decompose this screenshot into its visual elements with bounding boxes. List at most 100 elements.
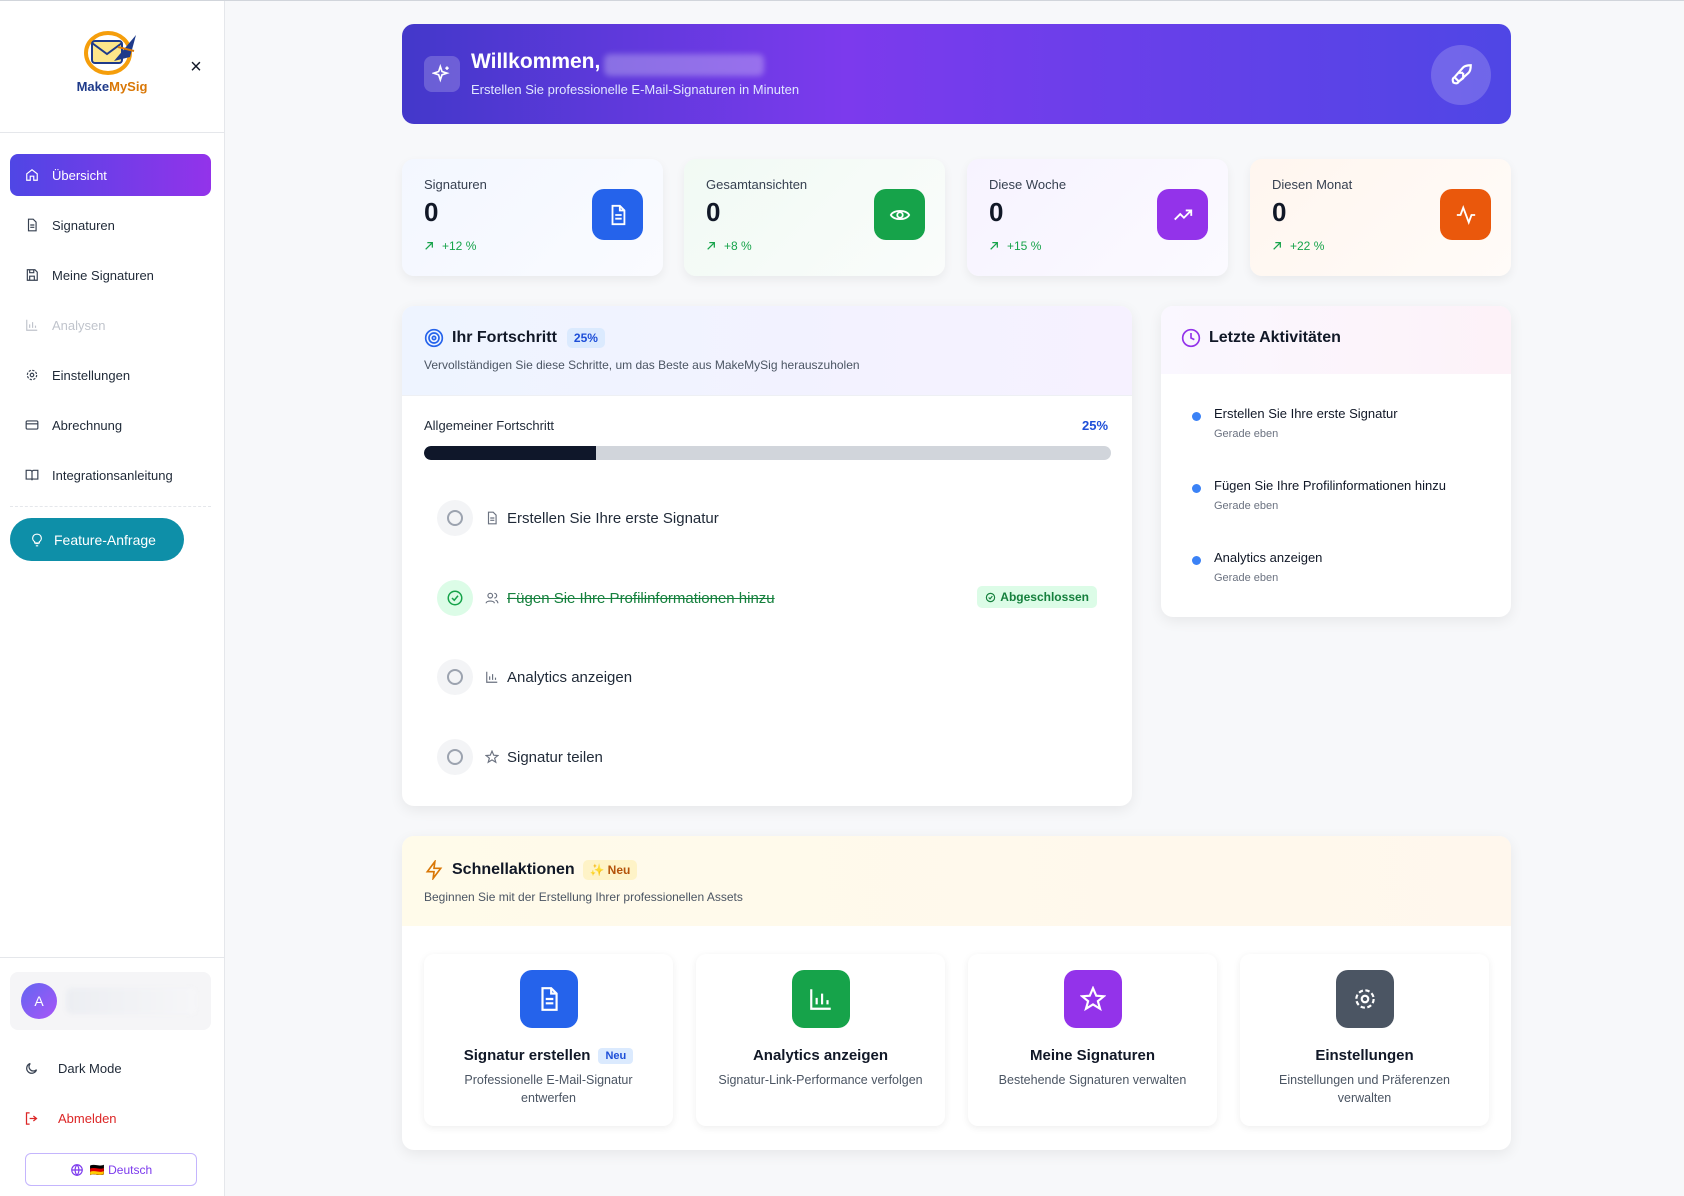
language-selector[interactable]: 🇩🇪 Deutsch — [25, 1153, 197, 1186]
quick-actions-panel: Schnellaktionen ✨ Neu Beginnen Sie mit de… — [402, 836, 1511, 1150]
home-icon — [24, 167, 40, 183]
step-status-circle[interactable] — [437, 500, 473, 536]
document-icon — [520, 970, 578, 1028]
activity-title-text: Erstellen Sie Ihre erste Signatur — [1214, 406, 1398, 421]
progress-title: Ihr Fortschritt 25% — [424, 328, 605, 348]
welcome-subtitle: Erstellen Sie professionelle E-Mail-Sign… — [471, 82, 800, 97]
sidebar-item-integrationsanleitung[interactable]: Integrationsanleitung — [10, 454, 211, 496]
activity-time: Gerade eben — [1214, 428, 1279, 440]
file-icon — [485, 511, 499, 525]
book-icon — [24, 467, 40, 483]
step-signatur-teilen[interactable]: Signatur teilen — [437, 737, 1097, 777]
sidebar-nav: Übersicht Signaturen Meine Signaturen An… — [10, 154, 211, 504]
stat-value: 0 — [424, 197, 439, 227]
quick-action-title: Einstellungen — [1315, 1047, 1414, 1064]
arrow-up-right-icon — [1272, 241, 1282, 251]
quick-actions-subtitle: Beginnen Sie mit der Erstellung Ihrer pr… — [424, 890, 743, 904]
stat-card-diesen-monat: Diesen Monat 0 +22 % — [1250, 159, 1511, 276]
sidebar: MakeMySig × Übersicht Signaturen Meine S… — [0, 1, 225, 1196]
completed-badge: Abgeschlossen — [977, 586, 1097, 608]
moon-icon — [24, 1061, 40, 1076]
step-analytics[interactable]: Analytics anzeigen — [437, 657, 1097, 697]
stat-label: Signaturen — [424, 177, 487, 192]
lightning-icon — [424, 860, 444, 880]
target-icon — [424, 328, 444, 348]
new-badge: Neu — [598, 1047, 634, 1064]
feature-request-label: Feature-Anfrage — [54, 531, 156, 548]
progress-header: Ihr Fortschritt 25% Vervollständigen Sie… — [402, 306, 1132, 396]
activity-icon — [1440, 189, 1491, 240]
logo-area: MakeMySig × — [0, 1, 224, 133]
progress-panel: Ihr Fortschritt 25% Vervollständigen Sie… — [402, 306, 1132, 806]
sparkles-icon — [424, 56, 460, 92]
quick-action-title: Analytics anzeigen — [752, 1047, 889, 1064]
gear-icon — [24, 367, 40, 383]
sidebar-item-einstellungen[interactable]: Einstellungen — [10, 354, 211, 396]
activity-title-text: Fügen Sie Ihre Profilinformationen hinzu — [1214, 478, 1446, 493]
nav-divider — [10, 506, 211, 507]
bar-chart-icon — [485, 670, 499, 684]
activity-dot — [1192, 412, 1201, 421]
quick-action-description: Signatur-Link-Performance verfolgen — [718, 1073, 923, 1087]
close-sidebar-button[interactable]: × — [186, 57, 206, 77]
quick-action-description: Bestehende Signaturen verwalten — [998, 1073, 1187, 1087]
logout-label: Abmelden — [58, 1110, 117, 1126]
language-label: 🇩🇪 Deutsch — [89, 1162, 153, 1177]
stat-value: 0 — [1272, 197, 1287, 227]
progress-bar-fill — [424, 446, 596, 460]
feature-request-button[interactable]: Feature-Anfrage — [10, 518, 184, 561]
quick-action-analytics[interactable]: Analytics anzeigen Signatur-Link-Perform… — [696, 954, 945, 1126]
gear-icon — [1336, 970, 1394, 1028]
overall-progress-label: Allgemeiner Fortschritt — [424, 418, 555, 433]
recent-activity-panel: Letzte Aktivitäten Erstellen Sie Ihre er… — [1161, 306, 1511, 617]
trending-up-icon — [1157, 189, 1208, 240]
quick-action-description: Einstellungen und Präferenzen verwalten — [1279, 1073, 1450, 1105]
stat-label: Gesamtansichten — [706, 177, 808, 192]
stat-label: Diesen Monat — [1272, 177, 1353, 192]
quick-action-signatur-erstellen[interactable]: Signatur erstellen Neu Professionelle E-M… — [424, 954, 673, 1126]
sidebar-item-uebersicht[interactable]: Übersicht — [10, 154, 211, 196]
sparkles-icon: ✨ — [589, 863, 605, 877]
step-label: Signatur teilen — [507, 748, 603, 766]
star-icon — [1064, 970, 1122, 1028]
sidebar-item-label: Einstellungen — [52, 367, 131, 383]
step-status-circle[interactable] — [437, 580, 473, 616]
rocket-icon — [1451, 64, 1472, 85]
stat-change: +8 % — [706, 239, 752, 253]
star-icon — [485, 750, 499, 764]
quick-actions-header: Schnellaktionen ✨ Neu Beginnen Sie mit de… — [402, 836, 1511, 926]
check-circle-icon — [447, 590, 463, 606]
quick-action-meine-signaturen[interactable]: Meine Signaturen Bestehende Signaturen v… — [968, 954, 1217, 1126]
stat-card-gesamtansichten: Gesamtansichten 0 +8 % — [684, 159, 945, 276]
rocket-button[interactable] — [1431, 45, 1491, 105]
save-icon — [24, 267, 40, 283]
progress-subtitle: Vervollständigen Sie diese Schritte, um … — [424, 358, 860, 372]
step-label: Analytics anzeigen — [507, 668, 633, 686]
step-erste-signatur[interactable]: Erstellen Sie Ihre erste Signatur — [437, 498, 1097, 538]
user-info-redacted — [66, 988, 196, 1014]
user-name-redacted — [604, 54, 764, 76]
step-label: Fügen Sie Ihre Profilinformationen hinzu — [507, 589, 775, 607]
stats-row: Signaturen 0 +12 % Gesamtansichten 0 +8 … — [402, 159, 1511, 276]
activity-time: Gerade eben — [1214, 500, 1279, 512]
stat-value: 0 — [989, 197, 1004, 227]
step-label: Erstellen Sie Ihre erste Signatur — [507, 509, 719, 527]
dark-mode-toggle[interactable]: Dark Mode — [24, 1056, 122, 1080]
sidebar-item-signaturen[interactable]: Signaturen — [10, 204, 211, 246]
logout-button[interactable]: Abmelden — [24, 1106, 117, 1130]
sidebar-footer: A Dark Mode Abmelden 🇩🇪 Deutsch — [0, 957, 224, 1186]
quick-action-einstellungen[interactable]: Einstellungen Einstellungen und Präferen… — [1240, 954, 1489, 1126]
sidebar-item-abrechnung[interactable]: Abrechnung — [10, 404, 211, 446]
activity-title: Letzte Aktivitäten — [1181, 328, 1341, 348]
stat-card-signaturen: Signaturen 0 +12 % — [402, 159, 663, 276]
activity-header: Letzte Aktivitäten — [1161, 306, 1511, 374]
users-icon — [485, 591, 499, 605]
activity-time: Gerade eben — [1214, 572, 1279, 584]
stat-change: +12 % — [424, 239, 476, 253]
bar-chart-icon — [792, 970, 850, 1028]
step-status-circle[interactable] — [437, 739, 473, 775]
sidebar-item-meine-signaturen[interactable]: Meine Signaturen — [10, 254, 211, 296]
user-card[interactable]: A — [10, 972, 211, 1030]
step-status-circle[interactable] — [437, 659, 473, 695]
step-profilinformationen[interactable]: Fügen Sie Ihre Profilinformationen hinzu… — [437, 578, 1097, 618]
